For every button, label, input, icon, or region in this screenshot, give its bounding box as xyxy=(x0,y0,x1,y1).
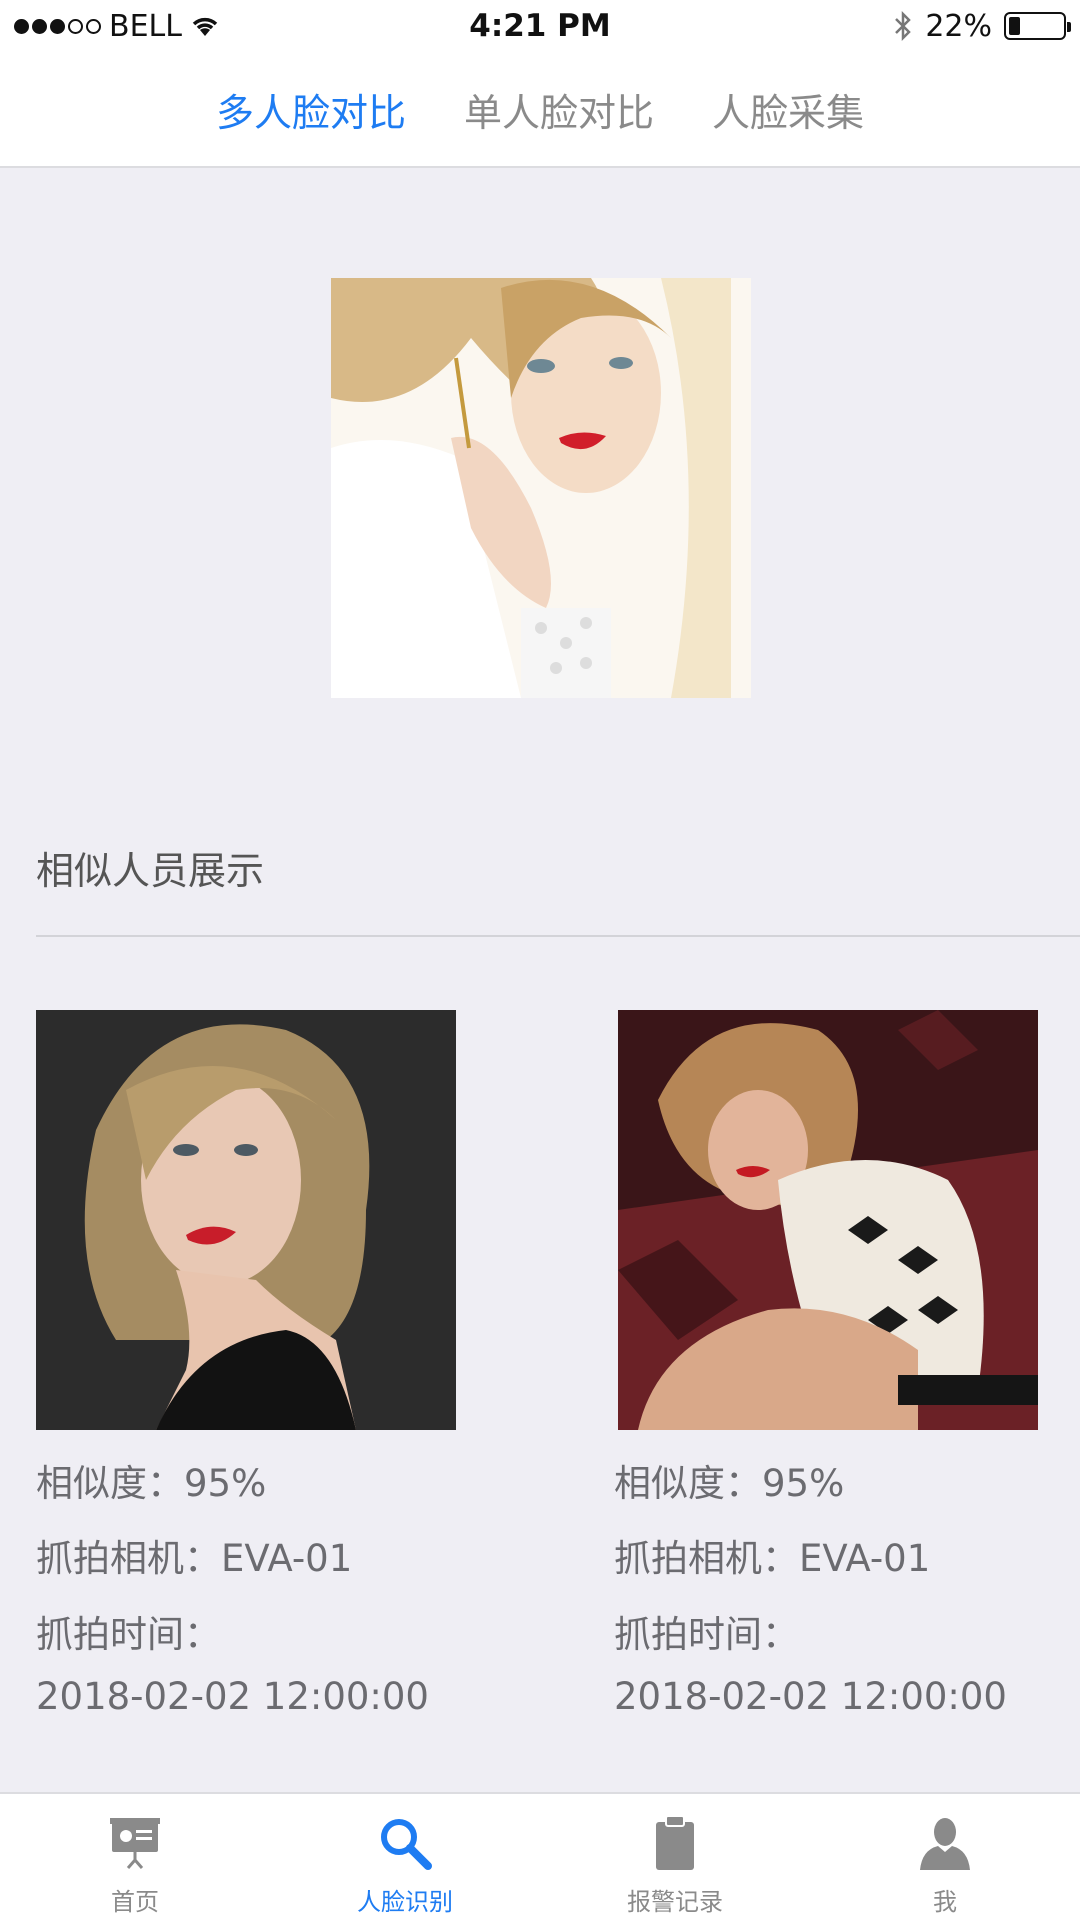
similarity-text: 相似度：95% xyxy=(36,1462,267,1505)
top-tab-bar: 多人脸对比 单人脸对比 人脸采集 xyxy=(0,52,1080,168)
presentation-board-icon xyxy=(110,1818,160,1869)
query-face-photo[interactable] xyxy=(331,278,751,698)
result-face-image xyxy=(618,1010,1038,1430)
status-left: BELL xyxy=(14,9,374,44)
tab-home-label: 首页 xyxy=(111,1888,159,1916)
tab-home[interactable]: 首页 xyxy=(0,1794,270,1920)
tab-face-recognition-label: 人脸识别 xyxy=(357,1888,453,1916)
tab-single-face-compare[interactable]: 单人脸对比 xyxy=(464,82,654,137)
user-icon xyxy=(920,1818,970,1870)
tab-alarm-records[interactable]: 报警记录 xyxy=(540,1794,810,1920)
status-time: 4:21 PM xyxy=(469,8,611,44)
camera-text: 抓拍相机：EVA-01 xyxy=(614,1537,931,1580)
battery-percent: 22% xyxy=(925,8,992,44)
tab-me-label: 我 xyxy=(933,1888,957,1916)
capture-time-value: 2018-02-02 12:00:00 xyxy=(614,1675,1007,1718)
clipboard-icon xyxy=(656,1815,694,1870)
capture-time-value: 2018-02-02 12:00:00 xyxy=(36,1675,429,1718)
result-card[interactable]: 相似度：95% 抓拍相机：EVA-01 抓拍时间： 2018-02-02 12:… xyxy=(36,1010,476,1715)
tab-face-recognition[interactable]: 人脸识别 xyxy=(270,1794,540,1920)
result-photo[interactable] xyxy=(36,1010,456,1430)
bottom-tab-bar: 首页 人脸识别 报警记录 我 xyxy=(0,1792,1080,1920)
search-icon xyxy=(381,1819,432,1870)
battery-icon xyxy=(1004,12,1071,40)
result-card[interactable]: 相似度：95% 抓拍相机：EVA-01 抓拍时间： 2018-02-02 12:… xyxy=(614,1010,1054,1715)
carrier-name: BELL xyxy=(109,8,182,44)
tab-multi-face-compare[interactable]: 多人脸对比 xyxy=(216,82,406,137)
divider xyxy=(36,935,1080,937)
signal-strength-icon xyxy=(14,18,101,34)
query-face-image xyxy=(331,278,751,698)
camera-text: 抓拍相机：EVA-01 xyxy=(36,1537,353,1580)
status-right: 22% xyxy=(706,8,1071,44)
tab-me[interactable]: 我 xyxy=(810,1794,1080,1920)
result-face-image xyxy=(36,1010,456,1430)
tab-face-capture[interactable]: 人脸采集 xyxy=(712,82,864,137)
section-title: 相似人员展示 xyxy=(36,849,265,893)
bluetooth-icon xyxy=(895,10,912,42)
result-photo[interactable] xyxy=(618,1010,1038,1430)
status-bar: BELL 4:21 PM 22% xyxy=(0,0,1080,52)
similarity-text: 相似度：95% xyxy=(614,1462,845,1505)
capture-time-label: 抓拍时间： xyxy=(36,1613,221,1656)
capture-time-label: 抓拍时间： xyxy=(614,1613,799,1656)
tab-alarm-records-label: 报警记录 xyxy=(627,1888,723,1916)
wifi-icon xyxy=(192,17,218,36)
battery-fill xyxy=(1009,17,1021,35)
